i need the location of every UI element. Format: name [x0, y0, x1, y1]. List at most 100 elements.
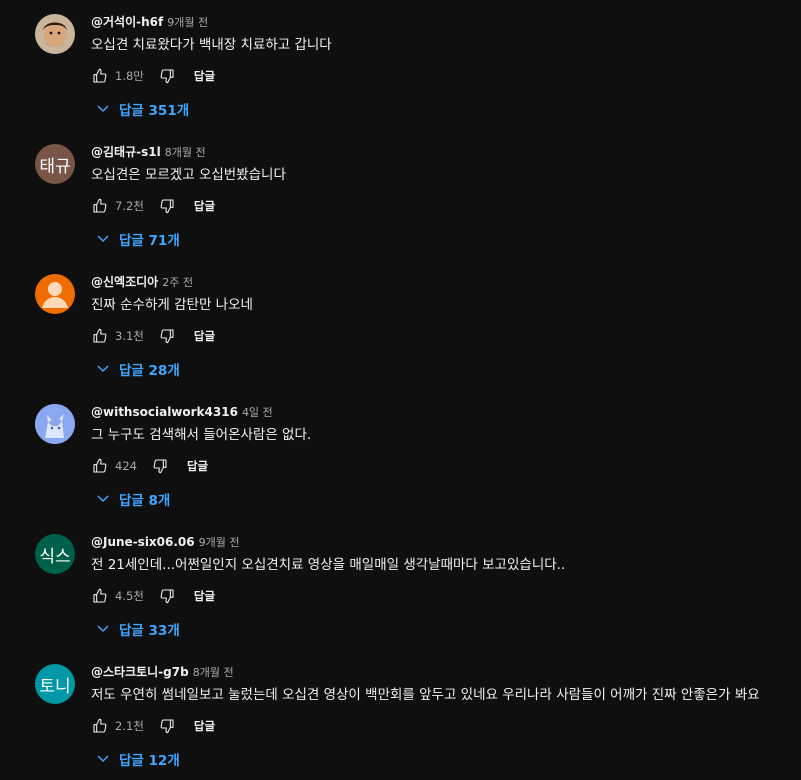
- like-button[interactable]: [91, 197, 109, 215]
- avatar[interactable]: [35, 404, 75, 444]
- like-button[interactable]: [91, 327, 109, 345]
- comment-body: @withsocialwork4316 4일 전 그 누구도 검색해서 들어온사람…: [91, 404, 791, 478]
- chevron-down-icon: [97, 755, 109, 762]
- dislike-button[interactable]: [158, 67, 176, 85]
- comment-toolbar: 7.2천 답글: [91, 194, 791, 218]
- comment-text: 오십견은 모르겠고 오십번봤습니다: [91, 167, 286, 183]
- thumbs-up-icon: [93, 588, 107, 603]
- dislike-button[interactable]: [158, 197, 176, 215]
- comment-time[interactable]: 8개월 전: [165, 146, 206, 159]
- like-button[interactable]: [91, 67, 109, 85]
- comment: @withsocialwork4316 4일 전 그 누구도 검색해서 들어온사람…: [0, 390, 801, 520]
- author-name[interactable]: @거석이-h6f: [91, 15, 163, 29]
- dislike-button[interactable]: [158, 717, 176, 735]
- like-count: 3.1천: [115, 329, 144, 343]
- replies-label: 답글 71개: [119, 233, 180, 249]
- chevron-down-icon: [97, 495, 109, 502]
- like-count: 1.8만: [115, 69, 144, 83]
- like-button[interactable]: [91, 457, 109, 475]
- replies-label: 답글 351개: [119, 103, 190, 119]
- view-replies-button[interactable]: 답글 28개: [95, 359, 180, 379]
- view-replies-button[interactable]: 답글 8개: [95, 489, 170, 509]
- replies-label: 답글 33개: [119, 623, 180, 639]
- thumbs-up-icon: [93, 198, 107, 213]
- comment-toolbar: 3.1천 답글: [91, 324, 791, 348]
- comment-text: 전 21세인데...어쩐일인지 오십견치료 영상을 매일매일 생각날때마다 보고…: [91, 557, 566, 573]
- comment-time[interactable]: 9개월 전: [167, 16, 208, 29]
- view-replies-button[interactable]: 답글 12개: [95, 749, 180, 769]
- comment-meta: @거석이-h6f 9개월 전: [91, 14, 791, 30]
- like-count: 7.2천: [115, 199, 144, 213]
- thumbs-up-icon: [93, 718, 107, 733]
- comment-meta: @June-six06.06 9개월 전: [91, 534, 791, 550]
- thumbs-down-icon: [160, 589, 174, 604]
- comment-toolbar: 1.8만 답글: [91, 64, 791, 88]
- comment-body: @거석이-h6f 9개월 전 오십견 치료왔다가 백내장 치료하고 갑니다 1.8…: [91, 14, 791, 88]
- reply-button[interactable]: 답글: [194, 328, 215, 344]
- cat-illustration-icon: [35, 404, 75, 444]
- comment-toolbar: 424 답글: [91, 454, 791, 478]
- comment-text: 오십견 치료왔다가 백내장 치료하고 갑니다: [91, 37, 332, 53]
- comment-time[interactable]: 2주 전: [162, 276, 193, 289]
- like-count: 4.5천: [115, 589, 144, 603]
- comment-body: @스타크토니-g7b 8개월 전 저도 우연히 썸네일보고 눌렀는데 오십견 영상…: [91, 664, 791, 738]
- replies-label: 답글 8개: [119, 493, 171, 509]
- thumbs-down-icon: [153, 459, 167, 474]
- reply-button[interactable]: 답글: [187, 458, 208, 474]
- like-button[interactable]: [91, 587, 109, 605]
- comment-list: @거석이-h6f 9개월 전 오십견 치료왔다가 백내장 치료하고 갑니다 1.8…: [0, 0, 801, 780]
- avatar-initials: 태규: [39, 156, 71, 177]
- reply-button[interactable]: 답글: [194, 68, 215, 84]
- comment-time[interactable]: 4일 전: [242, 406, 273, 419]
- avatar[interactable]: 식스: [35, 534, 75, 574]
- comment-body: @신엑조디아 2주 전 진짜 순수하게 감탄만 나오네 3.1천 답글: [91, 274, 791, 348]
- dislike-button[interactable]: [151, 457, 169, 475]
- like-button[interactable]: [91, 717, 109, 735]
- comment-text: 저도 우연히 썸네일보고 눌렀는데 오십견 영상이 백만회를 앞두고 있네요 우…: [91, 687, 760, 703]
- thumbs-down-icon: [160, 719, 174, 734]
- thumbs-down-icon: [160, 199, 174, 214]
- comment-time[interactable]: 8개월 전: [193, 666, 234, 679]
- comment: 식스 @June-six06.06 9개월 전 전 21세인데...어쩐일인지 오…: [0, 520, 801, 650]
- comment-meta: @김태규-s1l 8개월 전: [91, 144, 791, 160]
- chevron-down-icon: [97, 105, 109, 112]
- dislike-button[interactable]: [158, 587, 176, 605]
- thumbs-up-icon: [93, 328, 107, 343]
- comment-meta: @withsocialwork4316 4일 전: [91, 404, 791, 420]
- avatar-initials: 토니: [39, 676, 71, 697]
- reply-button[interactable]: 답글: [194, 198, 215, 214]
- author-name[interactable]: @스타크토니-g7b: [91, 665, 189, 679]
- thumbs-down-icon: [160, 329, 174, 344]
- reply-button[interactable]: 답글: [194, 718, 215, 734]
- like-count: 424: [115, 459, 137, 473]
- chevron-down-icon: [97, 235, 109, 242]
- like-count: 2.1천: [115, 719, 144, 733]
- view-replies-button[interactable]: 답글 71개: [95, 229, 180, 249]
- replies-label: 답글 12개: [119, 753, 180, 769]
- reply-button[interactable]: 답글: [194, 588, 215, 604]
- avatar[interactable]: 토니: [35, 664, 75, 704]
- comment-text: 그 누구도 검색해서 들어온사람은 없다.: [91, 427, 312, 443]
- comment-toolbar: 4.5천 답글: [91, 584, 791, 608]
- comment-toolbar: 2.1천 답글: [91, 714, 791, 738]
- view-replies-button[interactable]: 답글 33개: [95, 619, 180, 639]
- avatar[interactable]: [35, 274, 75, 314]
- author-name[interactable]: @withsocialwork4316: [91, 405, 238, 419]
- comment-body: @김태규-s1l 8개월 전 오십견은 모르겠고 오십번봤습니다 7.2천 답글: [91, 144, 791, 218]
- view-replies-button[interactable]: 답글 351개: [95, 99, 189, 119]
- comment: @거석이-h6f 9개월 전 오십견 치료왔다가 백내장 치료하고 갑니다 1.8…: [0, 0, 801, 130]
- default-user-icon: [42, 282, 68, 308]
- thumbs-up-icon: [93, 68, 107, 83]
- thumbs-up-icon: [93, 458, 107, 473]
- avatar[interactable]: 태규: [35, 144, 75, 184]
- avatar[interactable]: [35, 14, 75, 54]
- author-name[interactable]: @June-six06.06: [91, 535, 195, 549]
- person-photo-icon: [35, 14, 75, 54]
- comment: 태규 @김태규-s1l 8개월 전 오십견은 모르겠고 오십번봤습니다 7.2천: [0, 130, 801, 260]
- author-name[interactable]: @김태규-s1l: [91, 145, 161, 159]
- author-name[interactable]: @신엑조디아: [91, 275, 158, 289]
- dislike-button[interactable]: [158, 327, 176, 345]
- replies-label: 답글 28개: [119, 363, 180, 379]
- thumbs-down-icon: [160, 69, 174, 84]
- comment-time[interactable]: 9개월 전: [199, 536, 240, 549]
